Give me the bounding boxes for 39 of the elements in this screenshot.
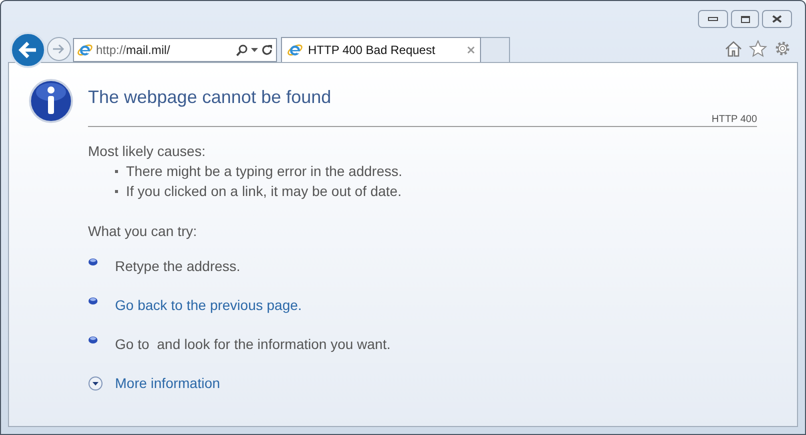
suggestion-text: Retype the address.	[115, 257, 240, 276]
expand-icon[interactable]	[88, 376, 103, 390]
settings-icon[interactable]	[774, 40, 791, 57]
info-icon	[28, 78, 74, 124]
error-code: HTTP 400	[712, 114, 757, 126]
star-icon[interactable]	[749, 40, 767, 57]
forward-arrow-icon	[52, 43, 66, 55]
bullet-icon	[88, 336, 98, 344]
search-icon[interactable]	[236, 44, 248, 56]
dropdown-caret-icon[interactable]	[251, 48, 258, 52]
url-text: http://mail.mil/	[96, 42, 170, 59]
back-arrow-icon	[18, 41, 38, 59]
refresh-icon[interactable]	[261, 44, 273, 56]
cause-text: If you clicked on a link, it may be out of date.	[126, 182, 402, 201]
previous-page-link[interactable]: Go back to the previous page.	[115, 295, 302, 315]
maximize-button[interactable]	[731, 10, 759, 28]
try-heading: What you can try:	[88, 222, 198, 241]
bullet-icon	[88, 297, 98, 305]
back-button[interactable]	[10, 32, 46, 68]
home-icon[interactable]	[725, 40, 742, 56]
browser-logo-icon	[287, 42, 303, 58]
more-information-link[interactable]: More information	[115, 373, 220, 393]
bullet-icon	[115, 170, 118, 173]
bullet-icon	[88, 258, 98, 266]
browser-tab[interactable]: HTTP 400 Bad Request	[281, 37, 481, 62]
causes-heading: Most likely causes:	[88, 142, 206, 161]
suggestion-text: Go to and look for the information you want.	[115, 335, 390, 354]
tab-title: HTTP 400 Bad Request	[308, 42, 436, 59]
bullet-icon	[115, 190, 118, 193]
maximize-icon	[740, 16, 750, 22]
close-icon	[772, 15, 782, 23]
cause-text: There might be a typing error in the address.	[126, 162, 402, 181]
close-button[interactable]	[762, 10, 792, 28]
browser-logo-icon	[77, 42, 93, 58]
minimize-button[interactable]	[698, 10, 728, 28]
minimize-icon	[708, 17, 718, 21]
close-tab-icon[interactable]	[467, 46, 475, 54]
address-bar[interactable]: http://mail.mil/	[73, 38, 277, 62]
page-title: The webpage cannot be found	[88, 86, 332, 108]
